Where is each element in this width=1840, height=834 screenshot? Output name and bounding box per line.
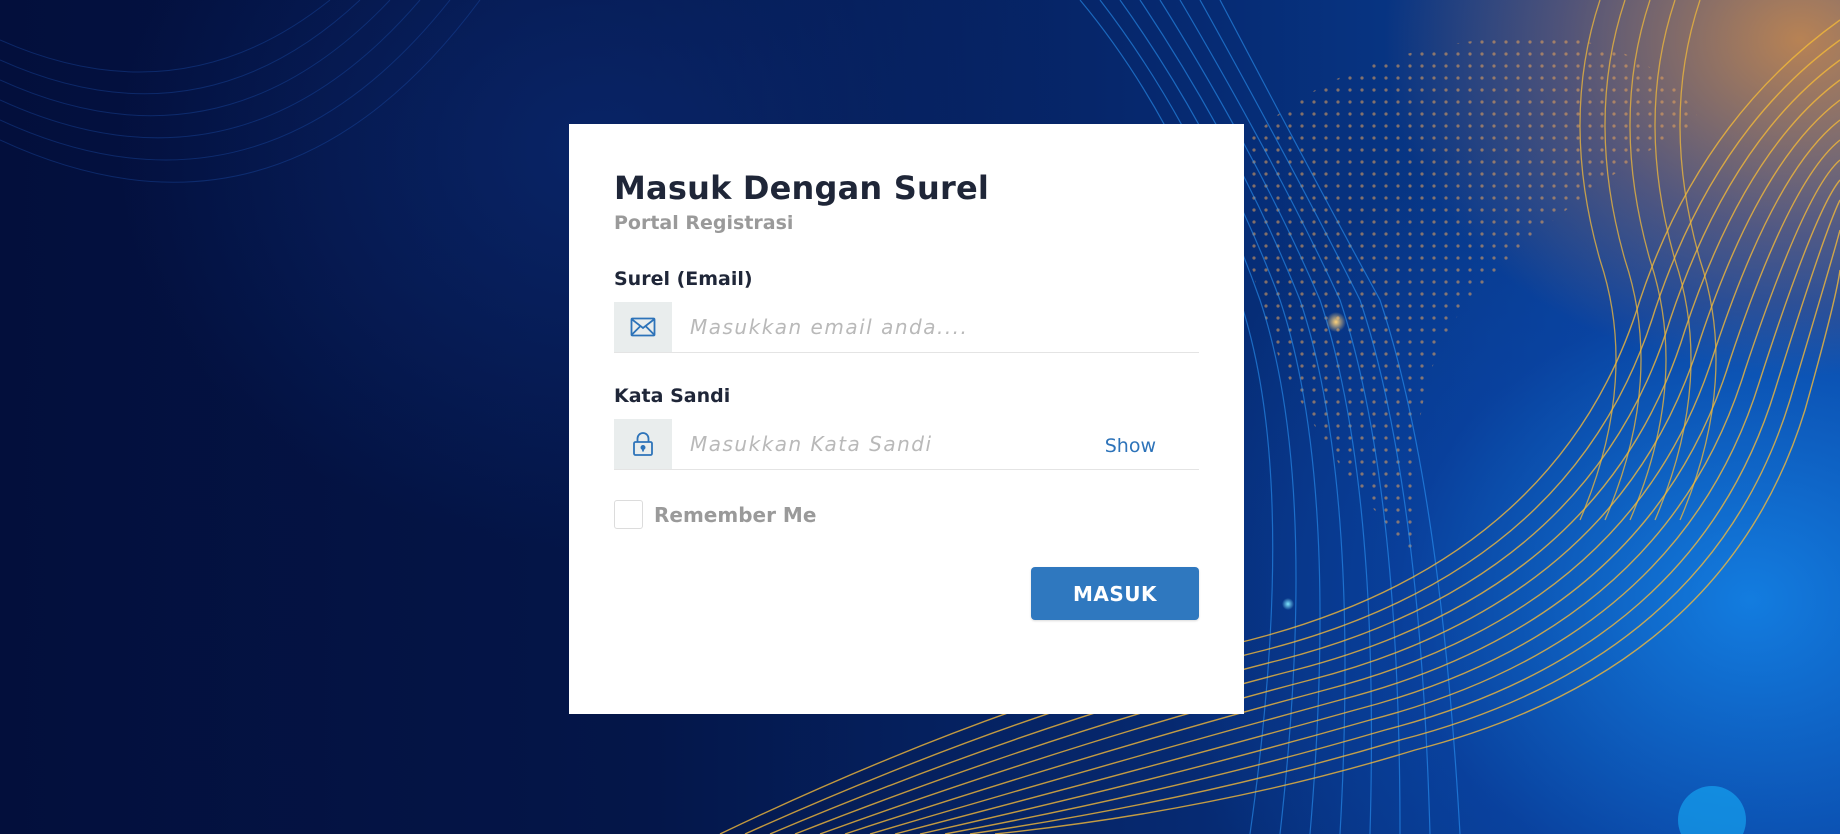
email-input[interactable] bbox=[672, 302, 1199, 352]
password-input-group: Show bbox=[614, 419, 1199, 470]
lock-icon bbox=[614, 419, 672, 469]
page-subtitle: Portal Registrasi bbox=[614, 212, 794, 234]
login-card: Masuk Dengan Surel Portal Registrasi Sur… bbox=[569, 124, 1244, 714]
envelope-icon bbox=[614, 302, 672, 352]
submit-button[interactable]: MASUK bbox=[1031, 567, 1199, 620]
page-title: Masuk Dengan Surel bbox=[614, 169, 990, 207]
submit-row: MASUK bbox=[614, 567, 1199, 620]
password-input[interactable] bbox=[672, 419, 1105, 469]
show-password-toggle[interactable]: Show bbox=[1105, 419, 1199, 469]
email-input-group bbox=[614, 302, 1199, 353]
password-label: Kata Sandi bbox=[614, 385, 731, 407]
remember-me-row: Remember Me bbox=[614, 500, 1199, 529]
remember-me-label[interactable]: Remember Me bbox=[654, 503, 816, 527]
email-label: Surel (Email) bbox=[614, 268, 753, 290]
remember-me-checkbox[interactable] bbox=[614, 500, 643, 529]
